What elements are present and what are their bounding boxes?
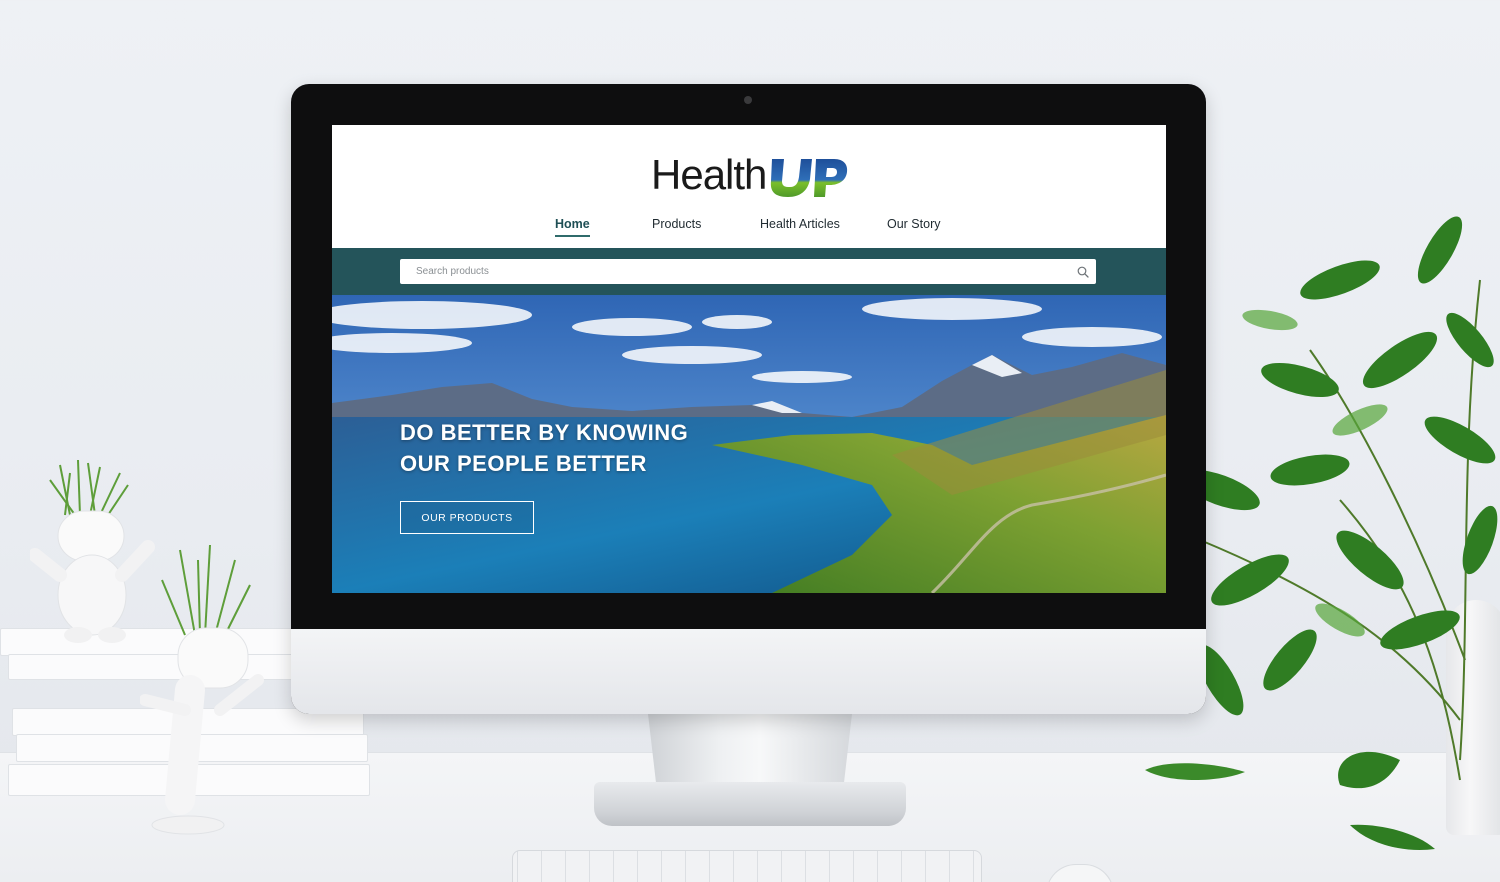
search-icon[interactable] — [1070, 259, 1096, 284]
nav-item-label: Health Articles — [760, 217, 840, 231]
nav-item-label: Home — [555, 217, 590, 231]
our-products-button[interactable]: OUR PRODUCTS — [400, 501, 534, 534]
webcam — [744, 96, 752, 104]
fallen-leaf — [1338, 751, 1400, 789]
nav-item-products[interactable]: Products — [652, 215, 701, 233]
imac-monitor: Health Home Products Health Articles Our… — [291, 84, 1206, 714]
hero-banner: DO BETTER BY KNOWING OUR PEOPLE BETTER O… — [332, 295, 1166, 593]
nav-item-our-story[interactable]: Our Story — [887, 215, 941, 233]
search-box — [400, 259, 1096, 284]
monitor-chin — [291, 629, 1206, 714]
fallen-leaf — [1145, 763, 1245, 780]
planter-figure-right — [140, 544, 264, 835]
logo-up-mark — [771, 159, 848, 197]
nav-item-health-articles[interactable]: Health Articles — [760, 215, 840, 233]
monitor-stand-base — [594, 782, 906, 826]
nav-item-label: Our Story — [887, 217, 941, 231]
search-input[interactable] — [400, 259, 1070, 284]
monitor-stand-neck — [648, 714, 852, 784]
hero-headline-line2: OUR PEOPLE BETTER — [400, 451, 647, 476]
nav-item-label: Products — [652, 217, 702, 231]
site-header: Health Home Products Health Articles Our… — [332, 125, 1166, 248]
hero-headline: DO BETTER BY KNOWING OUR PEOPLE BETTER — [400, 417, 688, 479]
logo-wordmark: Health — [651, 151, 767, 198]
site-logo[interactable]: Health — [651, 153, 848, 197]
keyboard — [512, 850, 982, 882]
fallen-leaf — [1350, 824, 1435, 850]
nav-item-home[interactable]: Home — [555, 215, 590, 237]
search-bar-band — [332, 248, 1166, 295]
nav-active-underline — [555, 235, 590, 237]
hero-headline-line1: DO BETTER BY KNOWING — [400, 420, 689, 445]
website-screen: Health Home Products Health Articles Our… — [332, 125, 1166, 593]
main-nav: Home Products Health Articles Our Story — [332, 215, 1166, 245]
